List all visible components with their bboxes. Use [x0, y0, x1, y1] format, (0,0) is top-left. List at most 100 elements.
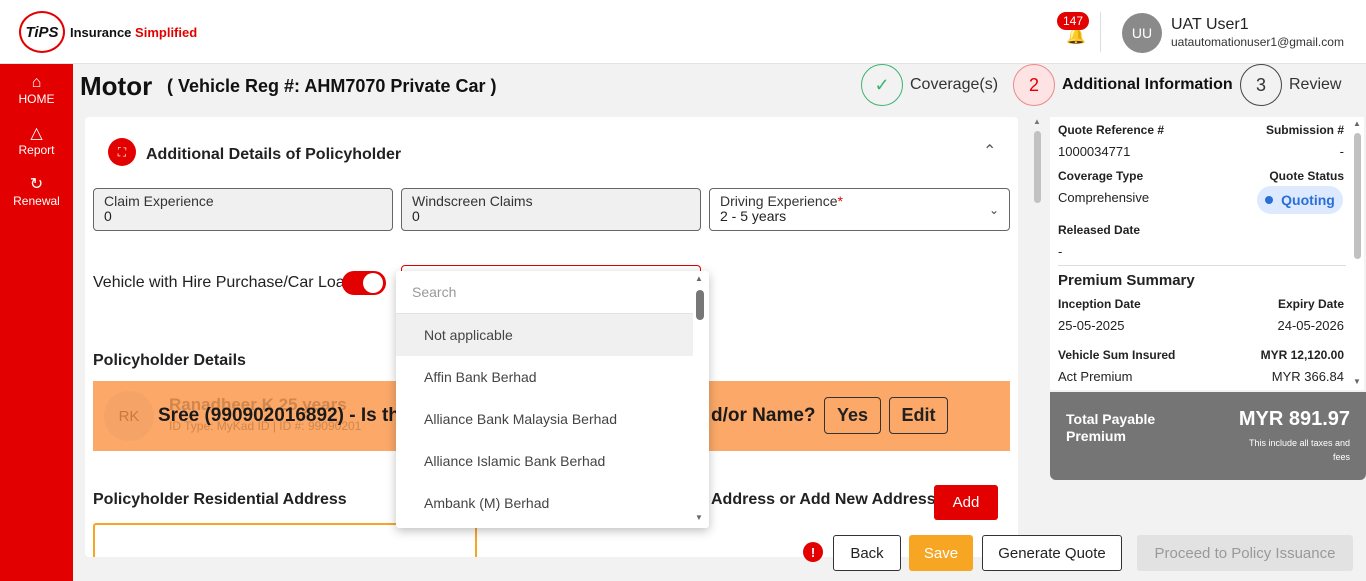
quote-reference-value: 1000034771	[1058, 144, 1131, 159]
add-address-button[interactable]: Add	[934, 485, 998, 520]
top-header: TiPS Insurance Simplified 🔔 147 UU UAT U…	[0, 0, 1366, 64]
notification-count-badge: 147	[1057, 12, 1090, 30]
scroll-down-icon[interactable]: ▼	[695, 513, 703, 522]
total-payable-label: Total Payable Premium	[1066, 411, 1156, 444]
step-review[interactable]: 3 Review	[1240, 64, 1341, 106]
scroll-up-icon[interactable]: ▲	[1353, 119, 1361, 128]
confirmation-question-end: d/or Name?	[711, 405, 816, 426]
sidebar-item-label: HOME	[18, 92, 55, 106]
logo-text: TiPS	[25, 23, 59, 41]
address-card[interactable]	[93, 523, 477, 557]
edit-button[interactable]: Edit	[889, 397, 948, 434]
renewal-icon: ↻	[29, 176, 44, 193]
field-value: 2 - 5 years	[720, 208, 787, 224]
confirmation-question-start: Sree (990902016892) - Is th	[158, 405, 400, 426]
driving-experience-select[interactable]: Driving Experience* 2 - 5 years ⌄	[709, 188, 1010, 231]
summary-scrollbar[interactable]: ▲ ▼	[1352, 117, 1364, 390]
inception-date-label: Inception Date	[1058, 297, 1141, 311]
total-payable-box: Total Payable Premium MYR 891.97 This in…	[1050, 392, 1366, 480]
coverage-type-value: Comprehensive	[1058, 190, 1150, 205]
proceed-to-policy-issuance-button[interactable]: Proceed to Policy Issuance	[1137, 535, 1353, 571]
step-coverages[interactable]: ✓ Coverage(s)	[861, 64, 998, 106]
quote-reference-label: Quote Reference #	[1058, 123, 1165, 137]
dropdown-option[interactable]: Affin Bank Berhad	[396, 356, 693, 398]
total-payable-amount: MYR 891.97	[1238, 408, 1350, 430]
status-dot-icon	[1265, 196, 1274, 204]
tips-logo[interactable]: TiPS	[19, 11, 65, 53]
field-label-text: Driving Experience	[720, 193, 838, 209]
sidebar: ⌂ HOME △ Report ↻ Renewal	[0, 64, 73, 581]
toggle-knob	[363, 273, 383, 293]
inception-date-value: 25-05-2025	[1058, 318, 1125, 333]
step-label: Additional Information	[1062, 76, 1233, 93]
residential-address-title: Policyholder Residential Address	[93, 491, 347, 508]
chevron-up-icon[interactable]: ⌃	[983, 141, 996, 161]
step-label: Coverage(s)	[910, 76, 999, 93]
claim-experience-field: Claim Experience 0	[93, 188, 393, 231]
report-icon: △	[30, 125, 43, 142]
submission-label: Submission #	[1265, 123, 1344, 137]
quote-status-label: Quote Status	[1269, 169, 1344, 183]
step-number: 3	[1240, 64, 1282, 106]
brand-name-part1: Insurance	[70, 25, 132, 40]
back-button[interactable]: Back	[833, 535, 901, 571]
expiry-date-label: Expiry Date	[1277, 297, 1344, 311]
windscreen-claims-field: Windscreen Claims 0	[401, 188, 701, 231]
sidebar-item-renewal[interactable]: ↻ Renewal	[0, 176, 73, 208]
submission-value: -	[1339, 144, 1344, 159]
check-icon: ✓	[861, 64, 903, 106]
generate-quote-button[interactable]: Generate Quote	[982, 535, 1122, 571]
main-scrollbar[interactable]: ▲	[1032, 117, 1042, 557]
scrollbar-thumb[interactable]	[1034, 131, 1041, 203]
hire-purchase-toggle[interactable]	[342, 271, 386, 295]
sum-insured-label: Vehicle Sum Insured	[1058, 348, 1176, 362]
page-subtitle: ( Vehicle Reg #: AHM7070 Private Car )	[167, 76, 497, 96]
dropdown-scrollbar[interactable]: ▲ ▼	[694, 271, 708, 528]
warning-icon[interactable]: !	[803, 542, 823, 562]
dropdown-option[interactable]: Ambank (M) Berhad	[396, 482, 693, 524]
step-additional-information[interactable]: 2 Additional Information	[1013, 64, 1233, 106]
sidebar-item-home[interactable]: ⌂ HOME	[0, 74, 73, 106]
user-avatar[interactable]: UU	[1122, 13, 1162, 53]
sidebar-item-report[interactable]: △ Report	[0, 125, 73, 157]
section-title: Additional Details of Policyholder	[146, 146, 402, 163]
user-email: uatautomationuser1@gmail.com	[1171, 35, 1344, 49]
scroll-up-icon[interactable]: ▲	[695, 274, 703, 283]
step-label: Review	[1289, 76, 1342, 93]
expiry-date-value: 24-05-2026	[1277, 318, 1345, 333]
act-premium-label: Act Premium	[1058, 369, 1133, 384]
step-number: 2	[1013, 64, 1055, 106]
brand-name: Insurance Simplified	[70, 25, 197, 40]
user-name[interactable]: UAT User1	[1171, 16, 1249, 34]
yes-button[interactable]: Yes	[824, 397, 881, 434]
dropdown-option[interactable]: Alliance Bank Malaysia Berhad	[396, 398, 693, 440]
lender-dropdown: Search Not applicable Affin Bank Berhad …	[396, 271, 709, 528]
scrollbar-thumb[interactable]	[696, 290, 704, 320]
field-value: 0	[104, 208, 112, 224]
act-premium-value: MYR 366.84	[1271, 369, 1344, 384]
scroll-down-icon[interactable]: ▼	[1353, 377, 1361, 386]
required-mark: *	[837, 193, 843, 209]
quote-summary-panel: Quote Reference # 1000034771 Submission …	[1050, 117, 1364, 390]
field-label: Driving Experience*	[720, 193, 999, 209]
header-divider	[1100, 12, 1101, 52]
taxes-note: This include all taxes and fees	[1248, 438, 1350, 462]
dropdown-option[interactable]: Not applicable	[396, 314, 693, 356]
chevron-down-icon: ⌄	[988, 203, 999, 217]
notifications-button[interactable]: 🔔 147	[1057, 12, 1090, 46]
scrollbar-thumb[interactable]	[1354, 133, 1361, 259]
hire-purchase-label: Vehicle with Hire Purchase/Car Loan	[93, 274, 343, 291]
released-date-value: -	[1058, 244, 1063, 259]
coverage-type-label: Coverage Type	[1058, 169, 1144, 183]
dropdown-search-input[interactable]: Search	[396, 271, 693, 314]
home-icon: ⌂	[31, 74, 42, 91]
save-button[interactable]: Save	[909, 535, 973, 571]
released-date-label: Released Date	[1058, 223, 1141, 237]
sum-insured-value: MYR 12,120.00	[1260, 348, 1344, 362]
sidebar-item-label: Renewal	[13, 194, 60, 208]
premium-summary-title: Premium Summary	[1058, 272, 1195, 289]
dropdown-option[interactable]: Alliance Islamic Bank Berhad	[396, 440, 693, 482]
status-text: Quoting	[1281, 192, 1335, 208]
divider	[1058, 265, 1346, 266]
scroll-up-icon[interactable]: ▲	[1033, 117, 1041, 126]
